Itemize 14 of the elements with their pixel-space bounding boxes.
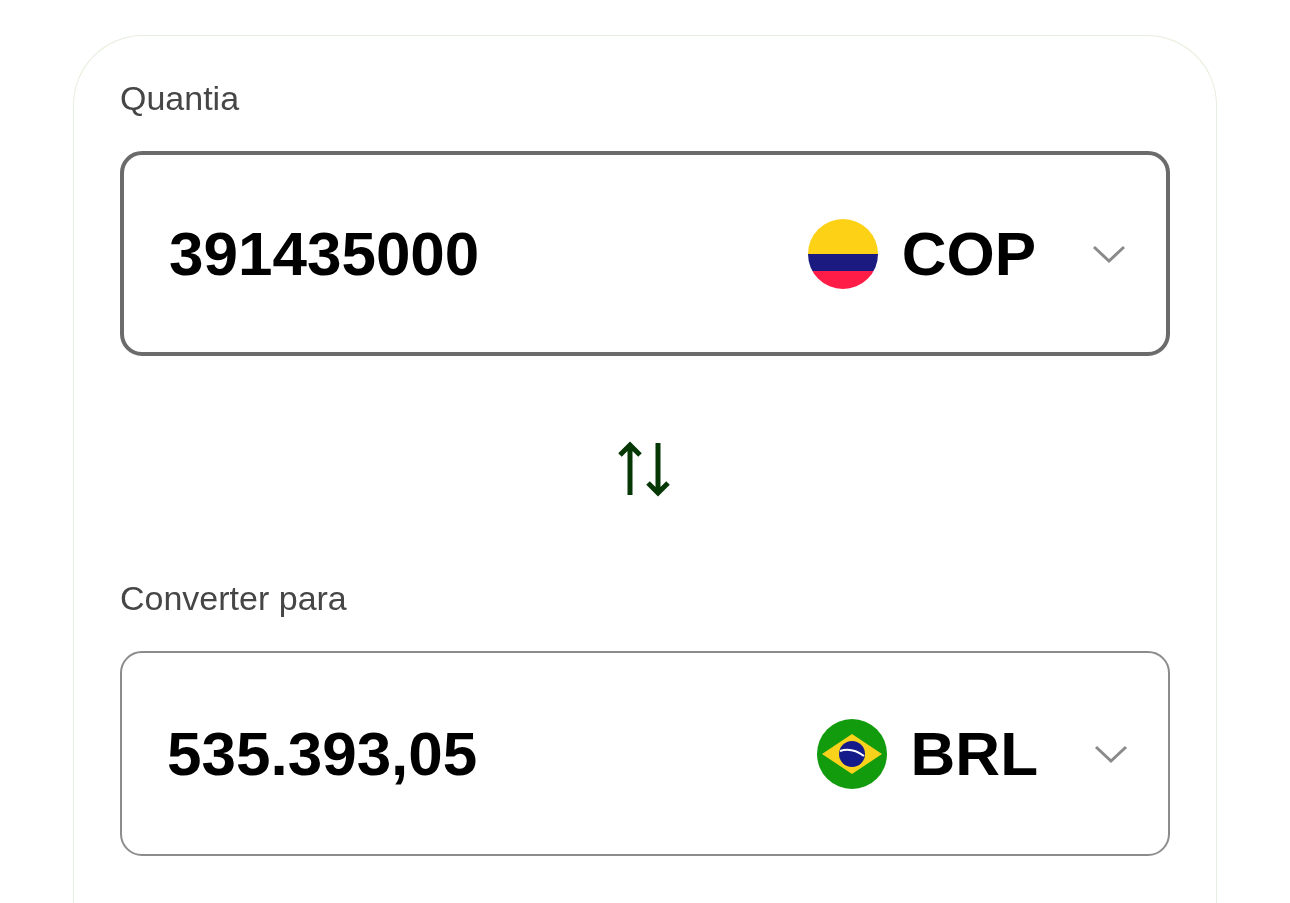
flag-icon (807, 218, 878, 289)
currency-select[interactable]: BRL (816, 707, 1128, 800)
amount-field[interactable]: 391435000 COP (120, 151, 1170, 356)
swap-button[interactable] (617, 440, 673, 497)
chevron-down-icon (1092, 243, 1126, 264)
amount-field[interactable]: 535.393,05 BRL (120, 651, 1170, 856)
field-label: Quantia (120, 81, 241, 115)
amount-value: 391435000 (169, 218, 481, 290)
flag-icon (816, 718, 887, 789)
chevron-down-icon (1094, 743, 1128, 764)
swap-arrows-icon (617, 440, 673, 497)
currency-select[interactable]: COP (807, 207, 1126, 300)
field-label: Converter para (120, 581, 348, 615)
amount-value: 535.393,05 (167, 718, 479, 790)
